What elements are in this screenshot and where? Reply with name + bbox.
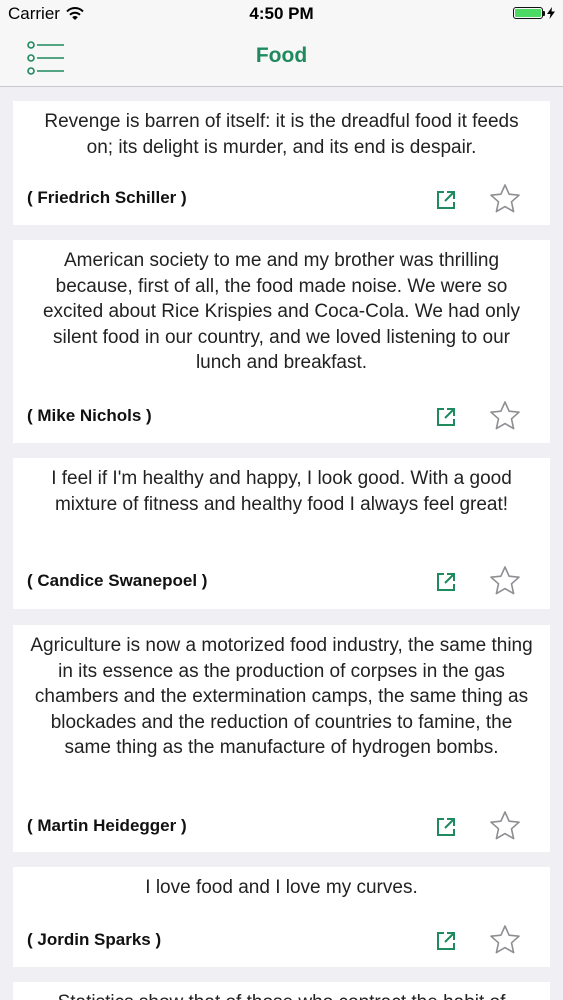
share-icon[interactable] (434, 815, 458, 839)
navigation-bar: Food (0, 30, 563, 87)
quote-card: Agriculture is now a motorized food indu… (13, 625, 550, 852)
star-icon[interactable] (489, 400, 521, 432)
quote-text: Agriculture is now a motorized food indu… (30, 635, 533, 759)
quote-card: American society to me and my brother wa… (13, 240, 550, 443)
quote-author: ( Martin Heidegger ) (27, 816, 187, 835)
quote-author: ( Friedrich Schiller ) (27, 188, 187, 207)
battery-icon (513, 7, 543, 19)
share-icon[interactable] (434, 188, 458, 212)
share-icon[interactable] (434, 570, 458, 594)
quote-text: Statistics show that of those who contra… (29, 990, 534, 1000)
quote-text: I feel if I'm healthy and happy, I look … (51, 468, 512, 515)
quote-text: American society to me and my brother wa… (42, 250, 520, 374)
page-title: Food (255, 44, 308, 67)
quote-card: Revenge is barren of itself: it is the d… (13, 101, 550, 225)
status-bar: Carrier 4:50 PM (0, 0, 563, 30)
charging-bolt-icon (547, 7, 555, 19)
share-icon[interactable] (434, 929, 458, 953)
quote-list[interactable]: Revenge is barren of itself: it is the d… (0, 87, 563, 1000)
quote-author: ( Mike Nichols ) (27, 406, 152, 425)
quote-author: ( Candice Swanepoel ) (27, 571, 208, 590)
status-time: 4:50 PM (249, 4, 314, 23)
battery-indicator (513, 7, 555, 19)
quote-text: Revenge is barren of itself: it is the d… (44, 111, 519, 158)
quote-card: I feel if I'm healthy and happy, I look … (13, 458, 550, 609)
quote-author: ( Jordin Sparks ) (27, 930, 162, 949)
star-icon[interactable] (489, 810, 521, 842)
star-icon[interactable] (489, 565, 521, 597)
share-icon[interactable] (434, 405, 458, 429)
star-icon[interactable] (489, 183, 521, 215)
quote-card: Statistics show that of those who contra… (13, 982, 550, 1000)
star-icon[interactable] (489, 924, 521, 956)
quote-card: I love food and I love my curves. ( Jord… (13, 867, 550, 967)
quote-text: I love food and I love my curves. (145, 877, 418, 898)
